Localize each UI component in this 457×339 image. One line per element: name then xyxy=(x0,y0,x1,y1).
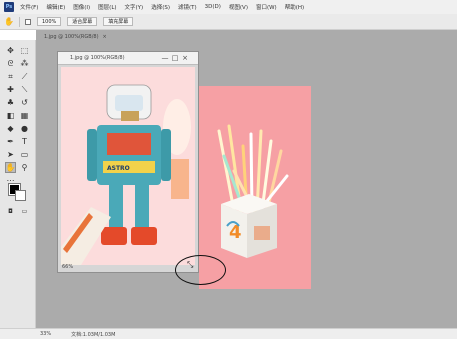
hand-tool-icon[interactable]: ✋ xyxy=(5,162,16,173)
resize-handle-icon[interactable]: ⤡ xyxy=(187,261,195,269)
fit-screen-button[interactable]: 适合屏幕 xyxy=(67,17,98,26)
zoom-tool-icon[interactable]: ⚲ xyxy=(19,162,30,173)
lasso-tool-icon[interactable]: ᘓ xyxy=(5,58,16,69)
brush-tool-icon[interactable]: ⟍ xyxy=(19,84,30,95)
healing-brush-tool-icon[interactable]: ✚ xyxy=(5,84,16,95)
document-tab[interactable]: 1.jpg @ 100%(RGB/8) × xyxy=(36,32,146,42)
document-titlebar[interactable]: 1.jpg @ 100%(RGB/8) — □ × xyxy=(58,52,198,65)
status-info: 文档:1.03M/1.03M xyxy=(71,331,116,338)
marquee-tool-icon[interactable]: ⬚ xyxy=(19,45,30,56)
toolbox: ✥ ⬚ ᘓ ⁂ ⌗ ⟋ ✚ ⟍ ♣ ↺ ◧ ▦ ◆ ● ✒ T ➤ ▭ ✋ ⚲ … xyxy=(0,40,36,328)
close-tab-icon[interactable]: × xyxy=(103,34,107,40)
menu-file[interactable]: 文件(F) xyxy=(20,3,38,11)
menu-edit[interactable]: 编辑(E) xyxy=(46,3,65,11)
background-color-swatch[interactable] xyxy=(15,190,26,201)
menu-bar: Ps 文件(F) 编辑(E) 图像(I) 图层(L) 文字(Y) 选择(S) 滤… xyxy=(0,0,457,14)
type-tool-icon[interactable]: T xyxy=(19,136,30,147)
status-bar: 33% 文档:1.03M/1.03M xyxy=(0,328,457,339)
robot-photo: ASTRO xyxy=(61,67,195,265)
magic-wand-tool-icon[interactable]: ⁂ xyxy=(19,58,30,69)
options-divider xyxy=(18,16,20,27)
document-window[interactable]: 1.jpg @ 100%(RGB/8) — □ × ASTRO 66% xyxy=(57,51,199,273)
move-tool-icon[interactable]: ✥ xyxy=(5,45,16,56)
clone-stamp-tool-icon[interactable]: ♣ xyxy=(5,97,16,108)
document-zoom-readout[interactable]: 66% xyxy=(62,264,73,270)
menu-filter[interactable]: 滤镜(T) xyxy=(178,3,197,11)
menu-help[interactable]: 帮助(H) xyxy=(285,3,304,11)
menu-window[interactable]: 窗口(W) xyxy=(256,3,277,11)
svg-text:4: 4 xyxy=(229,222,242,243)
crop-tool-icon[interactable]: ⌗ xyxy=(5,71,16,82)
fill-screen-button[interactable]: 填充屏幕 xyxy=(103,17,134,26)
menu-type[interactable]: 文字(Y) xyxy=(125,3,144,11)
options-bar: ✋ 100% 适合屏幕 填充屏幕 xyxy=(0,14,457,30)
quick-mask-icon[interactable]: ◘ xyxy=(5,206,16,217)
eyedropper-tool-icon[interactable]: ⟋ xyxy=(19,71,30,82)
highlight-circle xyxy=(175,255,226,285)
zoom-percent-button[interactable]: 100% xyxy=(36,17,62,26)
pen-tool-icon[interactable]: ✒ xyxy=(5,136,16,147)
document-title: 1.jpg @ 100%(RGB/8) xyxy=(70,55,125,61)
maximize-icon[interactable]: □ xyxy=(170,54,180,62)
app-logo-icon[interactable]: Ps xyxy=(4,2,14,12)
svg-text:ASTRO: ASTRO xyxy=(107,165,130,172)
menu-image[interactable]: 图像(I) xyxy=(73,3,90,11)
path-selection-tool-icon[interactable]: ➤ xyxy=(5,149,16,160)
hand-tool-preset-icon[interactable]: ✋ xyxy=(4,17,14,26)
shape-tool-icon[interactable]: ▭ xyxy=(19,149,30,160)
menu-view[interactable]: 视图(V) xyxy=(229,3,248,11)
document-canvas[interactable]: ASTRO xyxy=(61,67,195,265)
menu-3d[interactable]: 3D(D) xyxy=(205,4,221,10)
minimize-icon[interactable]: — xyxy=(160,54,170,62)
scroll-all-checkbox[interactable] xyxy=(24,18,31,25)
gradient-tool-icon[interactable]: ▦ xyxy=(19,110,30,121)
menu-select[interactable]: 选择(S) xyxy=(151,3,170,11)
history-brush-tool-icon[interactable]: ↺ xyxy=(19,97,30,108)
document-tab-label: 1.jpg @ 100%(RGB/8) xyxy=(44,34,99,40)
menu-layer[interactable]: 图层(L) xyxy=(98,3,116,11)
dodge-tool-icon[interactable]: ● xyxy=(19,123,30,134)
close-icon[interactable]: × xyxy=(180,54,190,62)
eraser-tool-icon[interactable]: ◧ xyxy=(5,110,16,121)
screen-mode-icon[interactable]: ▭ xyxy=(19,206,30,217)
status-zoom[interactable]: 33% xyxy=(40,331,51,337)
blur-tool-icon[interactable]: ◆ xyxy=(5,123,16,134)
